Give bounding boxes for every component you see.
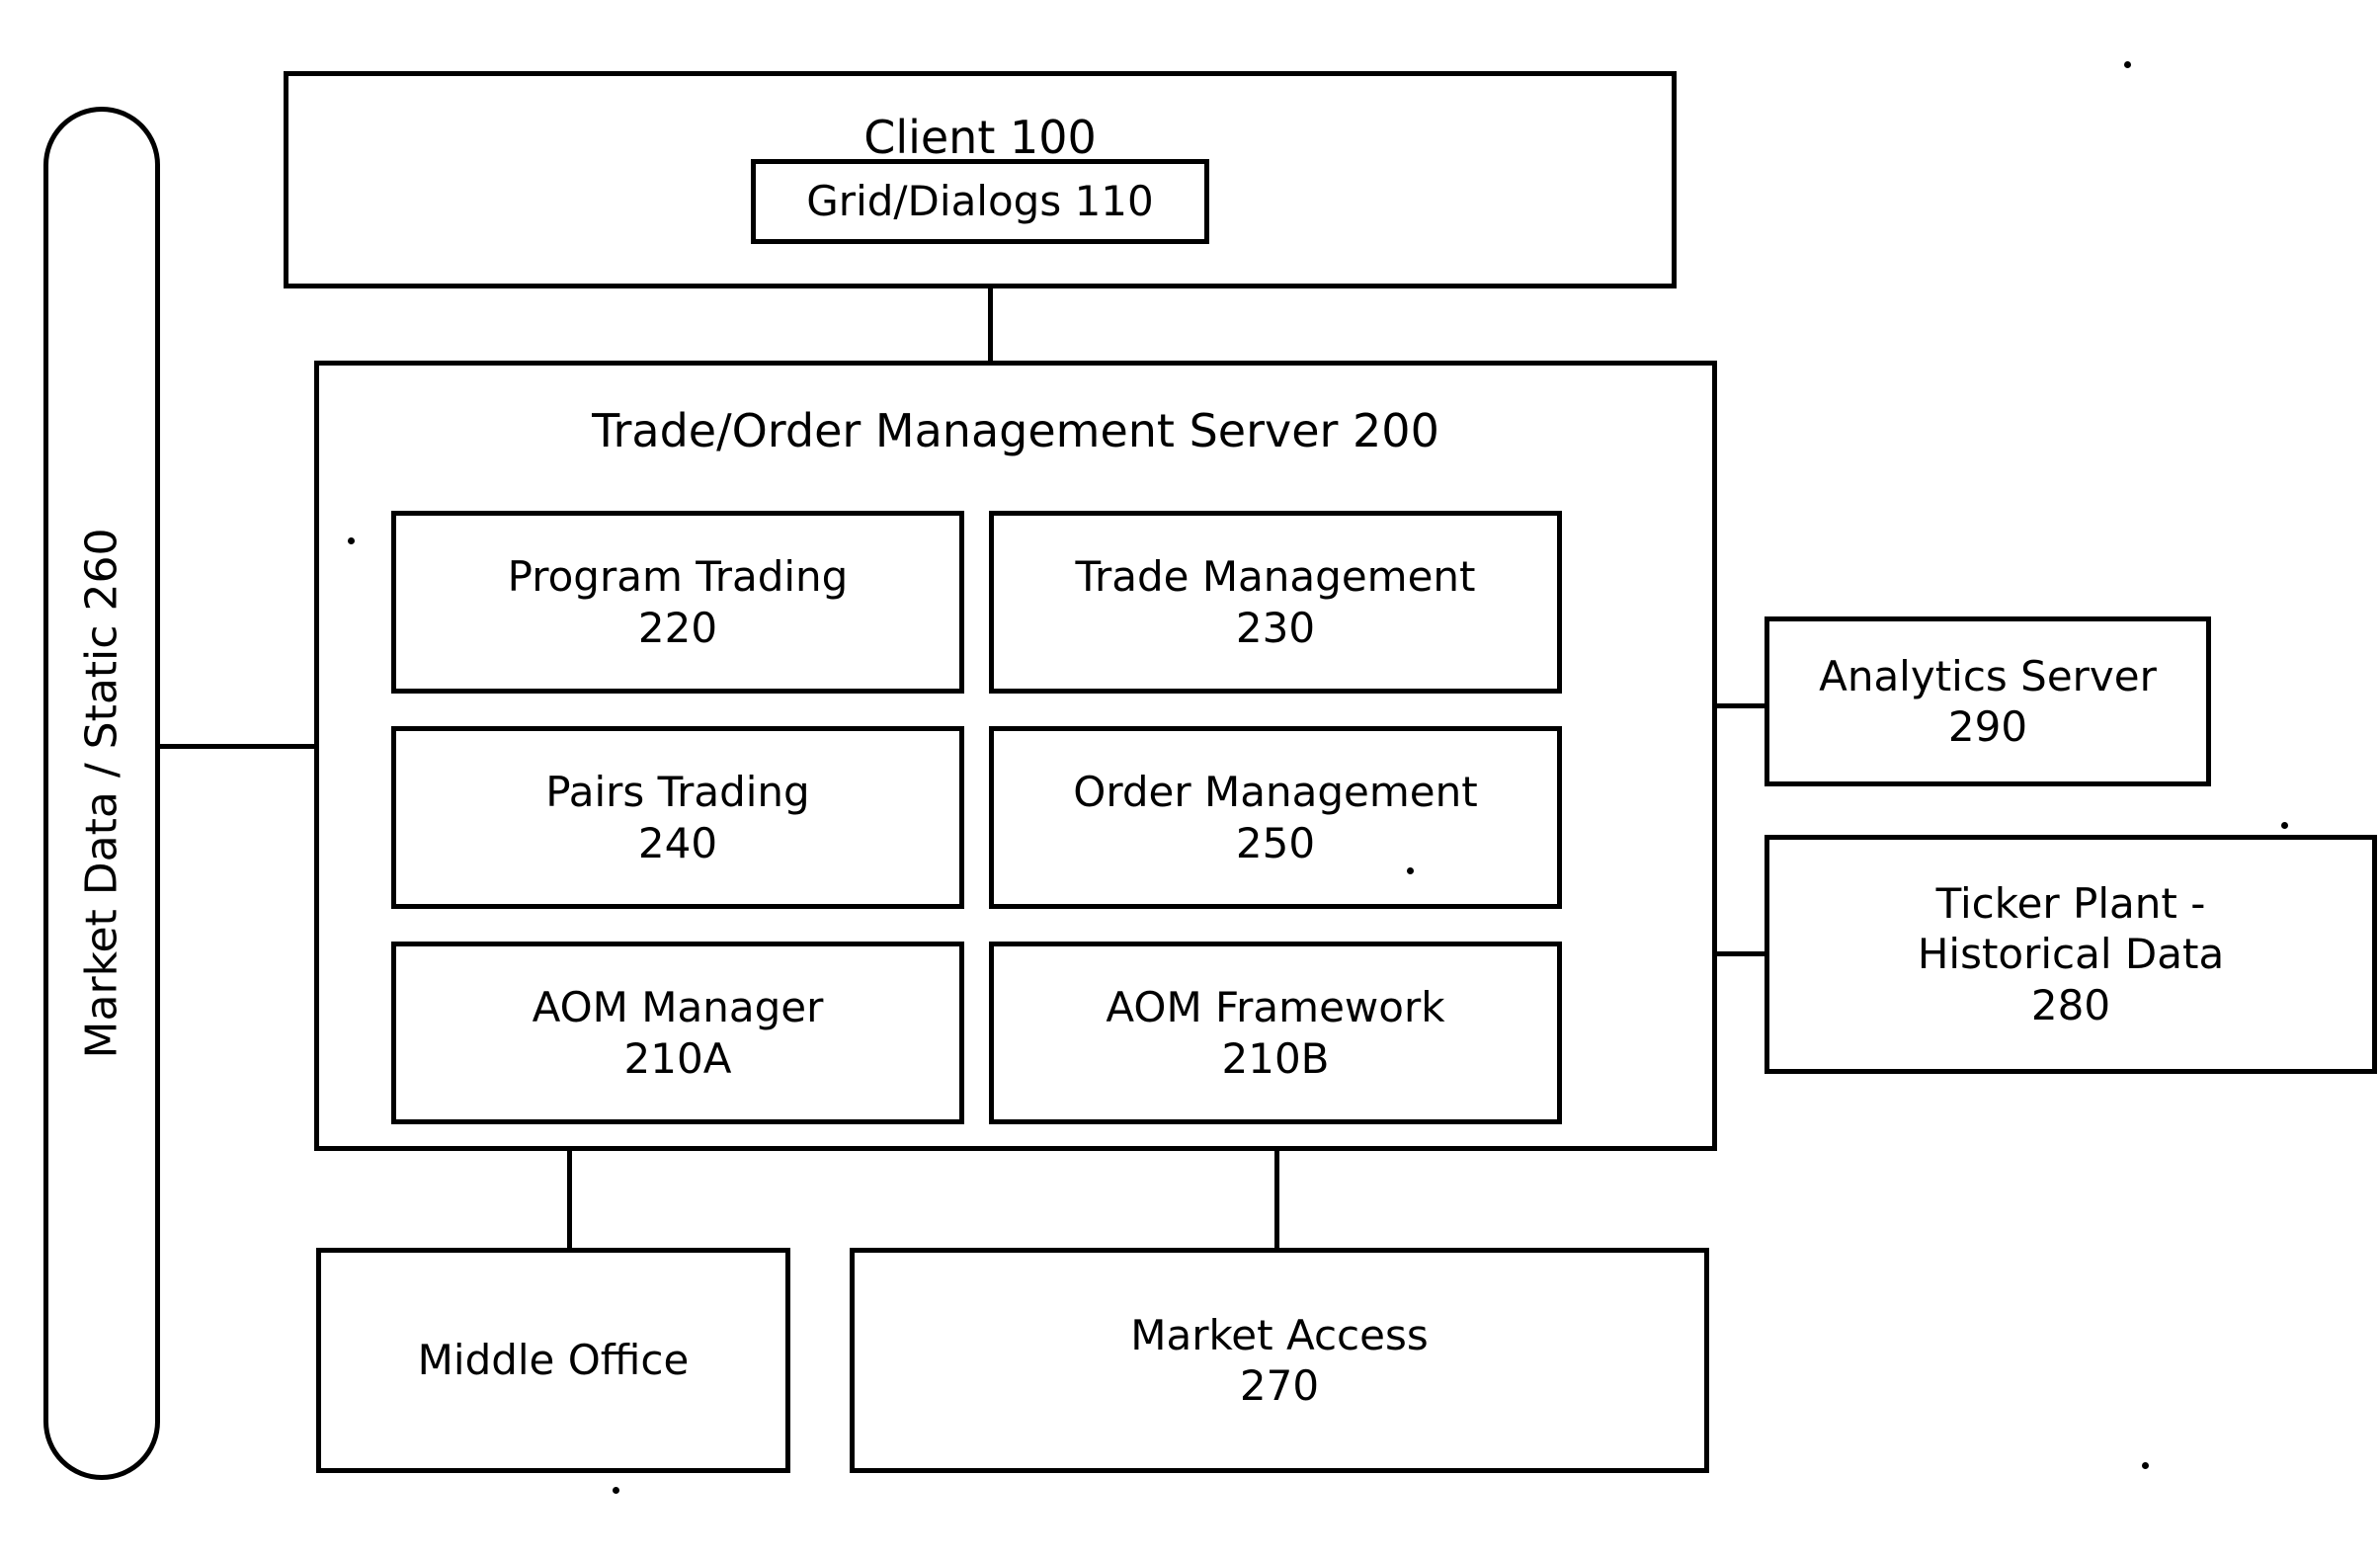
module-aom-framework: AOM Framework 210B [989,942,1562,1124]
market-data-static-pipe: Market Data / Static 260 [43,107,160,1480]
module-pairs-trading: Pairs Trading 240 [391,726,964,909]
grid-dialogs-box: Grid/Dialogs 110 [751,159,1209,244]
module-program-trading: Program Trading 220 [391,511,964,694]
module-aom-manager: AOM Manager 210A [391,942,964,1124]
analytics-server-box: Analytics Server 290 [1764,616,2211,786]
connector-server-to-middle-office [567,1151,572,1248]
server-title: Trade/Order Management Server 200 [592,403,1439,457]
scan-speck [348,537,355,544]
middle-office-box: Middle Office [316,1248,790,1473]
scan-speck [613,1487,619,1494]
ticker-plant-historical-data-box: Ticker Plant - Historical Data 280 [1764,835,2377,1074]
market-data-static-label: Market Data / Static 260 [76,528,127,1059]
scan-speck [2142,1462,2149,1469]
connector-client-to-server [988,288,993,361]
module-order-management: Order Management 250 [989,726,1562,909]
scan-speck [1407,867,1414,874]
connector-marketdata-to-server [160,744,314,749]
diagram-canvas: Market Data / Static 260 Client 100 Grid… [0,0,2380,1558]
market-access-box: Market Access 270 [850,1248,1709,1473]
connector-server-to-analytics [1717,703,1764,708]
scan-speck [2281,822,2288,829]
connector-server-to-ticker-plant [1717,951,1764,956]
connector-server-to-market-access [1274,1151,1279,1248]
client-title: Client 100 [863,110,1097,164]
scan-speck [2124,61,2131,68]
client-box: Client 100 Grid/Dialogs 110 [284,71,1677,288]
module-trade-management: Trade Management 230 [989,511,1562,694]
